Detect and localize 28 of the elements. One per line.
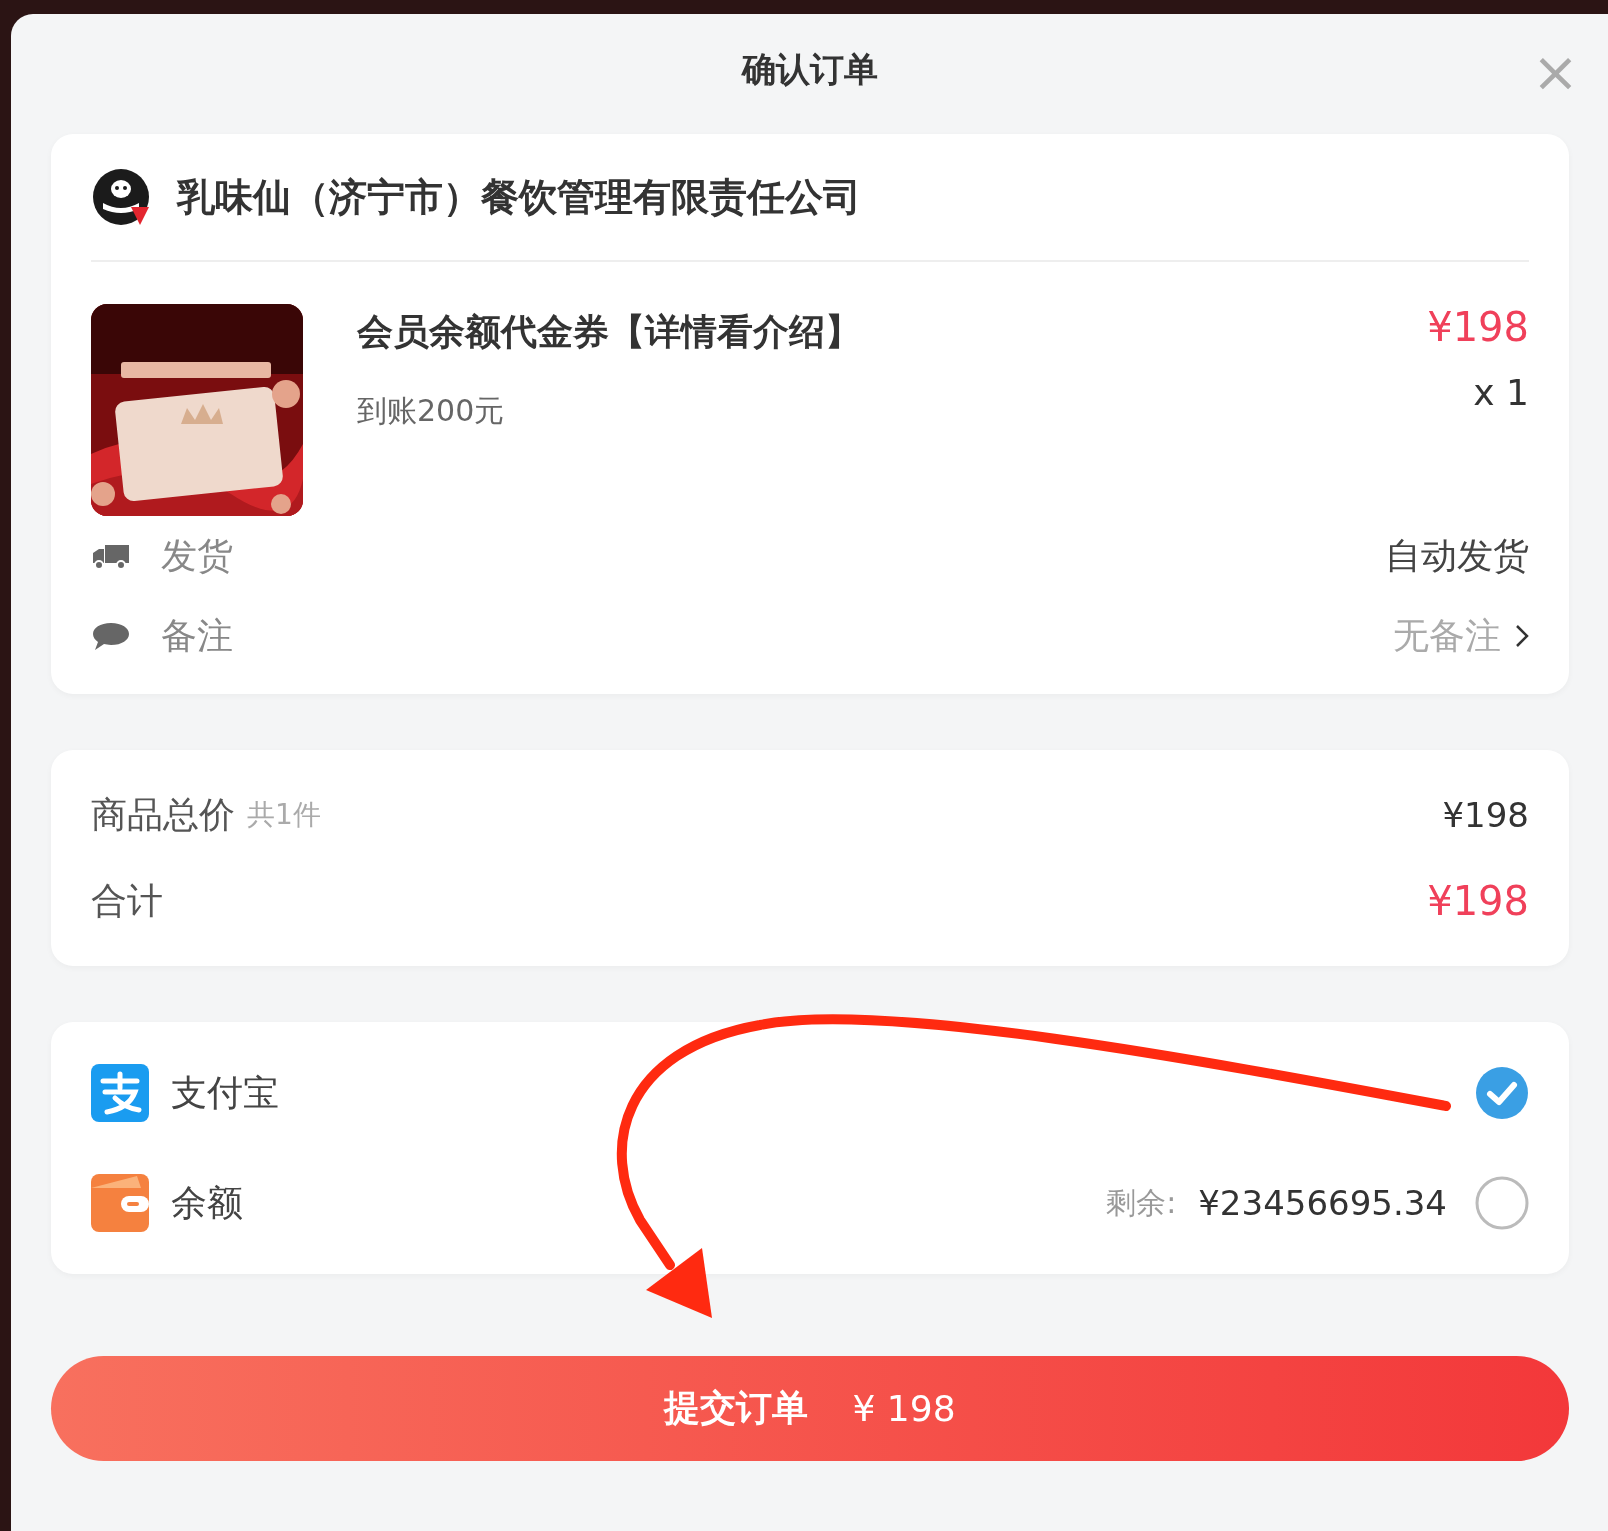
checked-radio-icon[interactable] [1475, 1066, 1529, 1120]
speech-bubble-icon [91, 621, 131, 651]
summary-amount: ¥198 [1442, 795, 1529, 835]
balance-label: 剩余: [1106, 1183, 1177, 1222]
payment-logo-icon [91, 1064, 149, 1122]
row-value: 自动发货 [1385, 533, 1529, 578]
chevron-right-icon [1515, 624, 1529, 648]
row-label: 发货 [161, 533, 233, 578]
balance-amount: ¥23456695.34 [1198, 1183, 1447, 1223]
dialog-title: 确认订单 [742, 48, 878, 91]
close-button[interactable]: × [1532, 44, 1579, 100]
shop-logo-icon [91, 167, 151, 227]
wallet-icon [91, 1174, 149, 1232]
note-link[interactable]: 无备注 [1393, 611, 1501, 661]
product-title: 会员余额代金券【详情看介绍】 [357, 310, 862, 354]
radio-button[interactable] [1475, 1176, 1529, 1230]
payment-label: 支付宝 [171, 1070, 279, 1115]
summary-label: 商品总价 [91, 792, 235, 837]
product-price: ¥198 [1427, 304, 1529, 350]
product-quantity: x 1 [1473, 372, 1529, 413]
product-subtitle: 到账200元 [357, 392, 506, 430]
submit-order-button[interactable]: 提交订单 ¥ 198 [51, 1356, 1569, 1461]
payment-label: 余额 [171, 1180, 243, 1225]
summary-amount: ¥198 [1427, 878, 1529, 924]
row-label: 备注 [161, 613, 233, 658]
item-count: 共1件 [247, 797, 321, 833]
summary-label: 合计 [91, 878, 163, 923]
shop-name: 乳味仙（济宁市）餐饮管理有限责任公司 [177, 173, 861, 221]
